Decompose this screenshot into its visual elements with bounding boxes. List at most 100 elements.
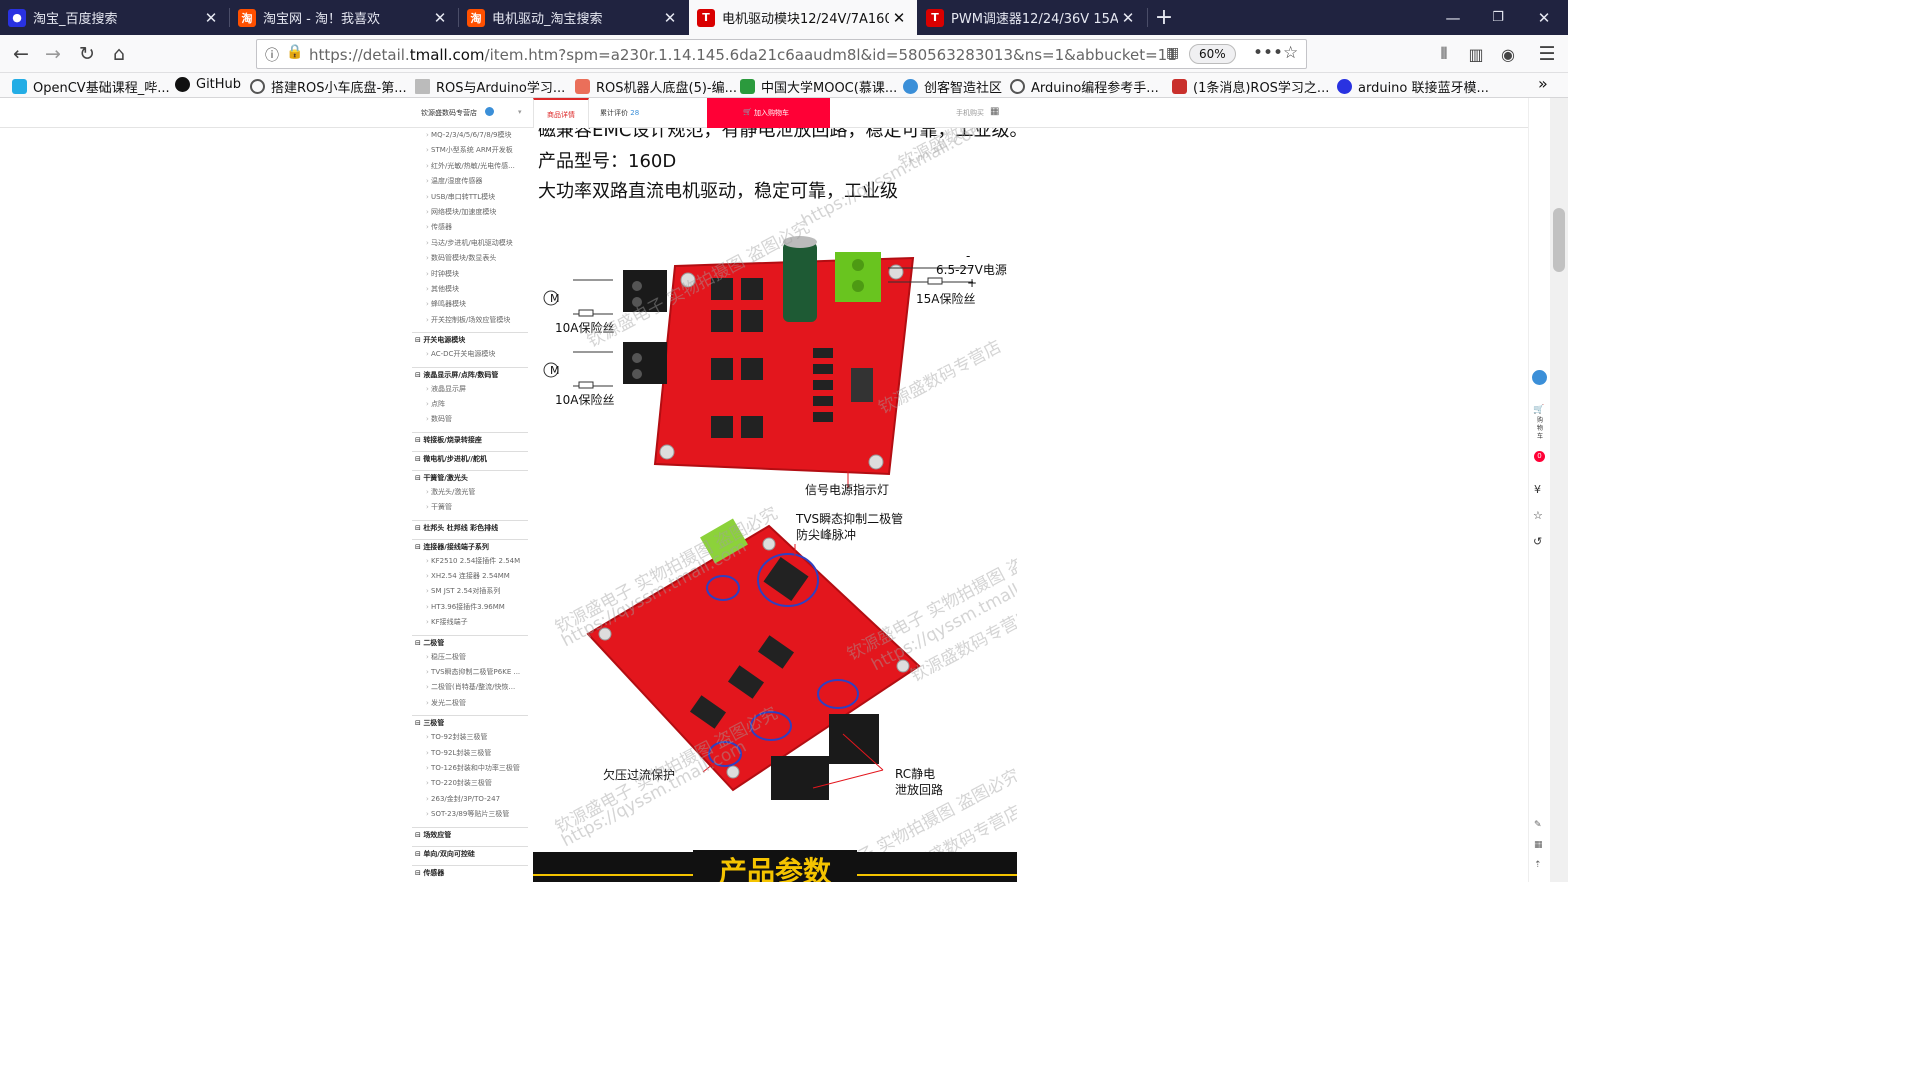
vertical-scrollbar[interactable]	[1550, 98, 1568, 882]
sidebar-subcategory-link[interactable]: › 263/金封/3P/TO-247	[426, 794, 526, 804]
favorites-star-icon[interactable]: ☆	[1533, 509, 1543, 522]
sidebar-subcategory-link[interactable]: › AC-DC开关电源模块	[426, 349, 526, 359]
minimize-icon[interactable]: —	[1430, 0, 1476, 35]
sidebar-subcategory-link[interactable]: › 液晶显示屏	[426, 384, 526, 394]
sidebar-subcategory-link[interactable]: › 开关控制板/场效应管模块	[426, 315, 526, 325]
sidebar-subcategory-link[interactable]: › 马达/步进机/电机驱动模块	[426, 238, 526, 248]
collapse-icon[interactable]: ⊟	[415, 831, 421, 839]
sidebar-subcategory-link[interactable]: › 温度/湿度传感器	[426, 176, 526, 186]
bookmark-item[interactable]: 中国大学MOOC(慕课...	[740, 77, 897, 96]
sidebar-subcategory-link[interactable]: › SM JST 2.54对插系列	[426, 586, 526, 596]
assets-icon[interactable]: ¥	[1534, 483, 1541, 496]
sidebar-subcategory-link[interactable]: › TO-126封装和中功率三极管	[426, 763, 526, 773]
tab-3-active[interactable]: T 电机驱动模块12/24V/7A160W ✕	[689, 0, 917, 35]
collapse-icon[interactable]: ⊟	[415, 371, 421, 379]
back-icon[interactable]: ←	[7, 40, 35, 68]
sidebar-category[interactable]: ⊟ 单向/双向可控硅	[412, 845, 528, 859]
tab-1[interactable]: 淘 淘宝网 - 淘！我喜欢 ✕	[230, 0, 458, 35]
sidebar-category[interactable]: ⊟ 三极管	[412, 715, 528, 728]
collapse-icon[interactable]: ⊟	[415, 850, 421, 858]
sidebar-category[interactable]: ⊟ 转接板/烧录转接座	[412, 431, 528, 445]
bookmark-item[interactable]: OpenCV基础课程_哔...	[12, 77, 170, 96]
collapse-icon[interactable]: ⊟	[415, 543, 421, 551]
add-to-cart-button[interactable]: 🛒 加入购物车	[707, 98, 830, 128]
scrollbar-thumb[interactable]	[1553, 208, 1565, 272]
store-name[interactable]: 钦源盛数码专营店	[421, 108, 477, 118]
account-icon[interactable]: ◉	[1494, 40, 1522, 68]
tab-4[interactable]: T PWM调速器12/24/36V 15A大 ✕	[918, 0, 1146, 35]
tab-reviews[interactable]: 累计评价 28	[600, 108, 639, 118]
bookmarks-overflow-icon[interactable]: »	[1538, 74, 1548, 93]
close-icon[interactable]: ✕	[889, 9, 909, 27]
zoom-indicator[interactable]: 60%	[1189, 44, 1236, 64]
library-icon[interactable]: ⫴	[1430, 40, 1458, 68]
sidebar-category[interactable]: ⊟ 杜邦头 杜邦线 彩色排线	[412, 519, 528, 533]
page-actions-icon[interactable]: •••	[1253, 43, 1283, 63]
close-icon[interactable]: ✕	[201, 9, 221, 27]
sidebar-category[interactable]: ⊟ 液晶显示屏/点阵/数码管	[412, 366, 528, 380]
sidebar-subcategory-link[interactable]: › 红外/光敏/热敏/光电传感...	[426, 161, 526, 171]
bookmark-item[interactable]: 创客智造社区	[903, 77, 1002, 96]
sidebar-category[interactable]: ⊟ 二极管	[412, 634, 528, 648]
avatar-icon[interactable]	[1532, 370, 1547, 385]
sidebar-category[interactable]: ⊟ 干簧管/激光头	[412, 469, 528, 483]
dropdown-arrow-icon[interactable]: ▾	[518, 108, 522, 116]
sidebar-category[interactable]: ⊟ 连接器/接线端子系列	[412, 538, 528, 552]
sidebar-subcategory-link[interactable]: › USB/串口转TTL模块	[426, 192, 526, 202]
sidebar-subcategory-link[interactable]: › TO-220封装三极管	[426, 778, 526, 788]
menu-icon[interactable]: ☰	[1533, 40, 1561, 68]
address-bar[interactable]: ⓘ 🔒 https://detail.tmall.com/item.htm?sp…	[256, 39, 1307, 69]
cart-icon[interactable]: 🛒	[1533, 405, 1544, 415]
collapse-icon[interactable]: ⊟	[415, 474, 421, 482]
bookmark-item[interactable]: 搭建ROS小车底盘-第...	[250, 77, 407, 96]
sidebar-subcategory-link[interactable]: › STM小型系统 ARM开发板	[426, 145, 526, 155]
sidebar-subcategory-link[interactable]: › HT3.96接插件3.96MM	[426, 602, 526, 612]
sidebar-subcategory-link[interactable]: › 发光二极管	[426, 698, 526, 708]
collapse-icon[interactable]: ⊟	[415, 436, 421, 444]
sidebar-category[interactable]: ⊟ 传感器	[412, 864, 528, 878]
mobile-buy[interactable]: 手机购买	[956, 108, 984, 118]
close-icon[interactable]: ✕	[430, 9, 450, 27]
sidebar-category[interactable]: ⊟ 开关电源模块	[412, 332, 528, 345]
history-icon[interactable]: ↺	[1533, 535, 1542, 548]
bookmark-item[interactable]: Arduino编程参考手...	[1010, 77, 1159, 96]
bookmark-star-icon[interactable]: ☆	[1283, 43, 1298, 63]
sidebar-subcategory-link[interactable]: › XH2.54 连接器 2.54MM	[426, 571, 526, 581]
forward-icon[interactable]: →	[39, 40, 67, 68]
sidebar-subcategory-link[interactable]: › 传感器	[426, 222, 526, 232]
url-text[interactable]: https://detail.tmall.com/item.htm?spm=a2…	[309, 46, 1177, 64]
sidebar-subcategory-link[interactable]: › 点阵	[426, 399, 526, 409]
close-icon[interactable]: ✕	[1118, 9, 1138, 27]
tab-0[interactable]: ● 淘宝_百度搜索 ✕	[0, 0, 229, 35]
reload-icon[interactable]: ↻	[73, 40, 101, 68]
sidebar-subcategory-link[interactable]: › KF2510 2.54接插件 2.54M	[426, 556, 526, 566]
sidebar-subcategory-link[interactable]: › 其他模块	[426, 284, 526, 294]
sidebar-subcategory-link[interactable]: › TO-92封装三极管	[426, 732, 526, 742]
sidebar-subcategory-link[interactable]: › 数码管	[426, 414, 526, 424]
sidebar-subcategory-link[interactable]: › MQ-2/3/4/5/6/7/8/9模块	[426, 130, 526, 140]
back-to-top-icon[interactable]: ⇡	[1534, 860, 1542, 870]
qr-code-icon[interactable]: ▦	[1166, 45, 1179, 61]
sidebar-subcategory-link[interactable]: › 二极管(肖特基/整流/快恢...	[426, 682, 526, 692]
sidebar-subcategory-link[interactable]: › 干簧管	[426, 502, 526, 512]
sidebar-subcategory-link[interactable]: › 激光头/激光管	[426, 487, 526, 497]
sidebar-subcategory-link[interactable]: › TO-92L封装三极管	[426, 748, 526, 758]
sidebar-category[interactable]: ⊟ 微电机/步进机//舵机	[412, 450, 528, 464]
tab-product-details[interactable]: 商品详情	[533, 98, 589, 128]
bookmark-item[interactable]: (1条消息)ROS学习之...	[1172, 77, 1329, 96]
shopping-cart-label[interactable]: 购物车	[1537, 417, 1545, 441]
collapse-icon[interactable]: ⊟	[415, 639, 421, 647]
sidebar-subcategory-link[interactable]: › 数码管模块/数显表头	[426, 253, 526, 263]
collapse-icon[interactable]: ⊟	[415, 455, 421, 463]
window-close-icon[interactable]: ✕	[1521, 0, 1567, 35]
bookmark-item[interactable]: ROS机器人底盘(5)-编...	[575, 77, 737, 96]
bookmark-item[interactable]: GitHub	[175, 77, 241, 92]
restore-icon[interactable]: ❐	[1475, 0, 1521, 35]
bookmark-item[interactable]: ROS与Arduino学习...	[415, 77, 565, 96]
new-tab-plus-icon[interactable]: +	[1142, 0, 1186, 35]
bookmark-item[interactable]: arduino 联接蓝牙模...	[1337, 77, 1489, 96]
collapse-icon[interactable]: ⊟	[415, 524, 421, 532]
collapse-icon[interactable]: ⊟	[415, 336, 421, 344]
collapse-icon[interactable]: ⊟	[415, 869, 421, 877]
tab-2[interactable]: 淘 电机驱动_淘宝搜索 ✕	[459, 0, 688, 35]
